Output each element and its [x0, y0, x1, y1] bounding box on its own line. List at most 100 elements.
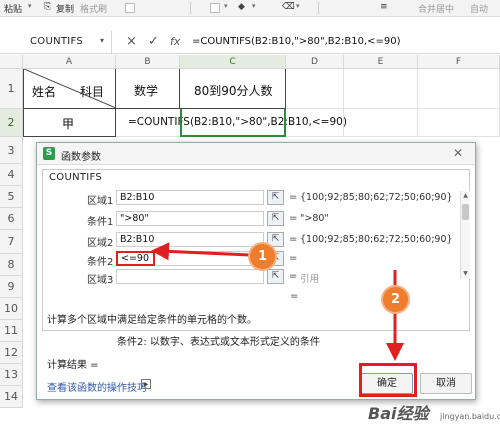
- cell-b1[interactable]: 数学: [116, 69, 180, 109]
- confirm-formula-icon[interactable]: ✓: [148, 34, 159, 49]
- select-all-corner[interactable]: [0, 55, 23, 69]
- format-painter-button[interactable]: 格式刷: [80, 2, 107, 15]
- paste-button[interactable]: 粘贴: [4, 2, 22, 15]
- arg-equals: =: [289, 192, 298, 203]
- arg-input-range2[interactable]: B2:B10: [116, 232, 264, 247]
- arg-equals: =: [289, 271, 298, 282]
- row-header[interactable]: 1: [0, 69, 23, 109]
- cell-a2-text: 甲: [62, 117, 75, 131]
- formula-input[interactable]: =COUNTIFS(B2:B10,">80",B2:B10,<=90): [192, 36, 401, 47]
- function-arguments-dialog: S 函数参数 ✕ COUNTIFS 区域1 B2:B10 ⇱ = {100;92…: [36, 142, 476, 400]
- range-select-icon[interactable]: ⇱: [267, 232, 284, 247]
- arg-input-range3[interactable]: [116, 269, 264, 284]
- row-header[interactable]: 8: [0, 254, 23, 276]
- row-header[interactable]: 11: [0, 320, 23, 342]
- eraser-dropdown-icon[interactable]: ▾: [296, 2, 300, 10]
- column-header-a[interactable]: A: [23, 55, 116, 69]
- align-icon[interactable]: ≡: [380, 2, 388, 12]
- row-header[interactable]: 9: [0, 276, 23, 298]
- column-header-e[interactable]: E: [344, 55, 418, 69]
- merge-center-button[interactable]: 合并居中: [418, 2, 454, 15]
- dialog-title: 函数参数: [61, 152, 101, 163]
- row-header[interactable]: 7: [0, 230, 23, 254]
- copy-button[interactable]: 复制: [56, 2, 74, 15]
- scroll-up-icon[interactable]: ▲: [461, 191, 470, 201]
- fill-dropdown-icon[interactable]: ▾: [252, 2, 256, 10]
- arg-label-criteria1: 条件1: [87, 217, 114, 228]
- name-box[interactable]: COUNTIFS ▾: [0, 31, 112, 53]
- arg-result-range1: {100;92;85;80;62;72;50;60;90}: [300, 192, 453, 203]
- arg-input-criteria2[interactable]: <=90: [116, 251, 155, 266]
- toolbar-divider: [190, 2, 191, 14]
- cell-e1[interactable]: [344, 69, 418, 109]
- cell-d1[interactable]: [286, 69, 344, 109]
- row-header[interactable]: 10: [0, 298, 23, 320]
- cell-a1-right-text: 科目: [80, 85, 105, 99]
- range-select-icon[interactable]: ⇱: [267, 190, 284, 205]
- arg-input-range1[interactable]: B2:B10: [116, 190, 264, 205]
- arg-label-range3: 区域3: [87, 275, 114, 286]
- column-header-d[interactable]: D: [286, 55, 344, 69]
- scrollbar-thumb[interactable]: [462, 204, 469, 220]
- app-logo-icon: S: [43, 147, 55, 160]
- arg-result-range2: {100;92;85;80;62;72;50;60;90}: [300, 234, 453, 245]
- fill-color-icon[interactable]: ◆: [238, 2, 245, 12]
- column-header-c[interactable]: C: [180, 55, 286, 69]
- cell-e2[interactable]: [344, 109, 418, 137]
- step-badge-2: 2: [383, 287, 408, 312]
- arg-label-criteria2: 条件2: [87, 257, 114, 268]
- cell-f1[interactable]: [418, 69, 500, 109]
- row-header[interactable]: 6: [0, 208, 23, 230]
- row-header[interactable]: 4: [0, 164, 23, 186]
- cell-a2[interactable]: 甲: [23, 109, 116, 137]
- cell-d2[interactable]: [286, 109, 344, 137]
- formula-bar: COUNTIFS ▾ × ✓ fx =COUNTIFS(B2:B10,">80"…: [0, 30, 500, 54]
- cell-b2[interactable]: =COUNTIFS(B2:B10,">80",B2:B10,<=90): [116, 109, 347, 137]
- row-header[interactable]: 5: [0, 186, 23, 208]
- cell-a1[interactable]: 姓名 科目: [23, 69, 116, 109]
- cell-c1-text: 80到90分人数: [194, 84, 273, 98]
- border-icon[interactable]: [210, 3, 220, 13]
- range-select-icon[interactable]: ⇱: [267, 269, 284, 284]
- cell-f2[interactable]: [418, 109, 500, 137]
- function-description: 计算多个区域中满足给定条件的单元格的个数。: [47, 315, 257, 326]
- row-header[interactable]: 3: [0, 137, 23, 164]
- copy-icon[interactable]: ⎘: [44, 2, 51, 12]
- row-header[interactable]: 13: [0, 364, 23, 386]
- arg-equals: =: [289, 234, 298, 245]
- arg-result-range3: 引用: [300, 274, 320, 285]
- cancel-button[interactable]: 取消: [420, 373, 472, 394]
- name-box-value: COUNTIFS: [30, 36, 84, 47]
- row-header[interactable]: 14: [0, 386, 23, 408]
- function-tips-link[interactable]: 查看该函数的操作技巧: [47, 379, 147, 394]
- ok-button-highlight: [359, 363, 417, 397]
- column-header-b[interactable]: B: [116, 55, 180, 69]
- video-help-icon[interactable]: ▶: [141, 379, 151, 389]
- column-header-f[interactable]: F: [418, 55, 500, 69]
- watermark-logo: Bai经验: [368, 404, 429, 423]
- arg-input-criteria1[interactable]: ">80": [116, 211, 264, 226]
- ribbon-toolbar: 粘贴 ▾ ⎘ 复制 格式刷 ▾ ◆ ▾ ⌫ ▾ ≡ 合并居中 自动: [0, 0, 500, 17]
- function-name: COUNTIFS: [49, 172, 103, 183]
- cell-c2-active[interactable]: [180, 109, 286, 137]
- scroll-down-icon[interactable]: ▼: [461, 269, 470, 279]
- cell-c1[interactable]: 80到90分人数: [180, 69, 286, 109]
- chevron-down-icon[interactable]: ▾: [100, 36, 104, 45]
- auto-wrap-button[interactable]: 自动: [470, 2, 488, 15]
- arguments-scrollbar[interactable]: ▲ ▼: [460, 191, 470, 279]
- argument-help: 条件2: 以数字、表达式或文本形式定义的条件: [117, 337, 320, 348]
- row-header[interactable]: 2: [0, 109, 23, 137]
- dialog-titlebar[interactable]: S 函数参数 ✕: [37, 143, 475, 165]
- close-icon[interactable]: ✕: [451, 147, 465, 160]
- eraser-icon[interactable]: ⌫: [282, 2, 295, 12]
- checkbox-icon[interactable]: [125, 3, 135, 13]
- insert-function-icon[interactable]: fx: [170, 35, 180, 48]
- paste-dropdown-icon[interactable]: ▾: [28, 2, 32, 10]
- arg-equals: =: [289, 253, 298, 264]
- range-select-icon[interactable]: ⇱: [267, 211, 284, 226]
- cancel-formula-icon[interactable]: ×: [126, 34, 137, 49]
- row-header[interactable]: 12: [0, 342, 23, 364]
- border-dropdown-icon[interactable]: ▾: [224, 2, 228, 10]
- arg-input-criteria2-rest[interactable]: [158, 251, 264, 266]
- calculation-result: 计算结果 =: [47, 360, 99, 371]
